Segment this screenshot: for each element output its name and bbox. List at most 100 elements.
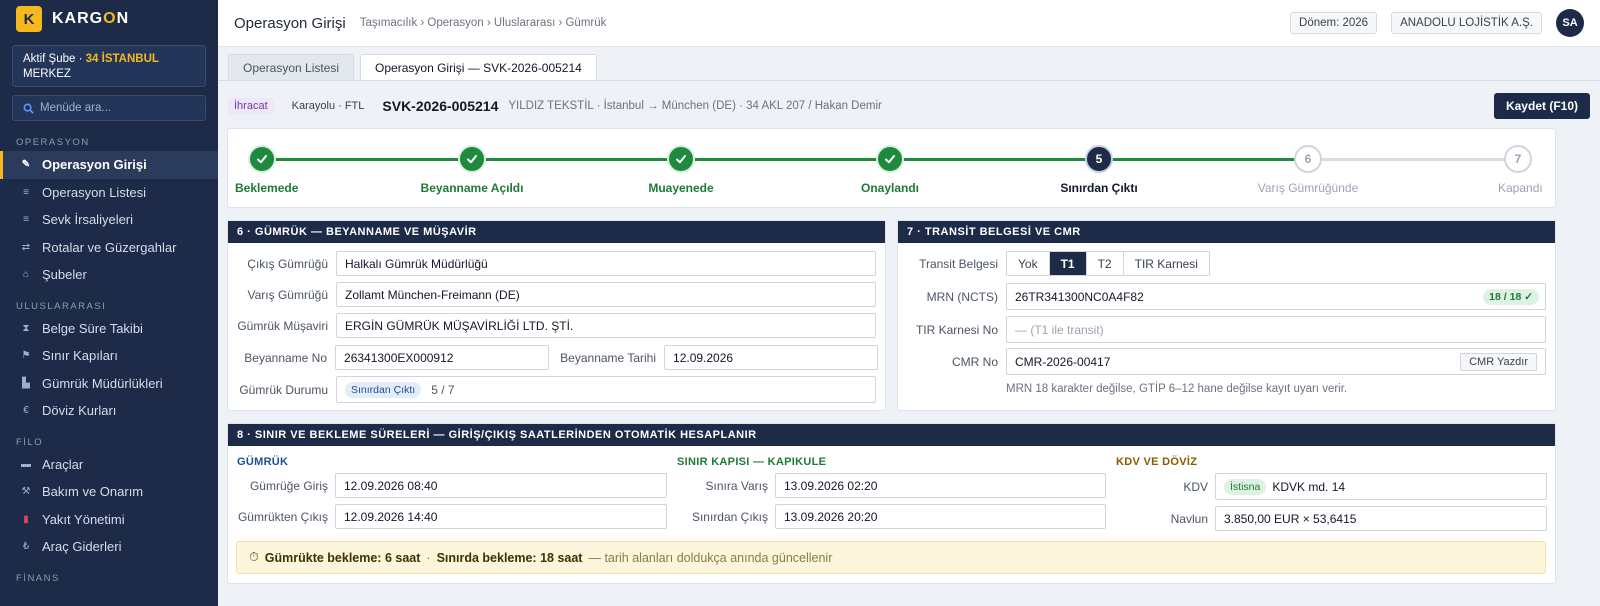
- step-4-indicator[interactable]: [876, 145, 904, 173]
- broker-label: Gümrük Müşaviri: [237, 318, 328, 333]
- list-icon: ≡: [23, 214, 29, 226]
- arrival-customs-label: Varış Gümrüğü: [247, 287, 328, 302]
- customs-panel-title: 6 · GÜMRÜK — BEYANNAME VE MÜŞAVİR: [228, 221, 885, 243]
- declaration-no-field[interactable]: 26341300EX000912: [335, 345, 549, 370]
- building-icon: ▙: [22, 377, 30, 389]
- navlun-label: Navlun: [1170, 511, 1208, 526]
- step-6-indicator[interactable]: 6: [1294, 145, 1322, 173]
- cmr-print-button[interactable]: CMR Yazdır: [1460, 352, 1537, 371]
- border-arrival-field[interactable]: 13.09.2026 02:20: [775, 473, 1106, 498]
- nav-item-doviz-kurlari[interactable]: € Döviz Kurları: [0, 397, 218, 425]
- period-selector[interactable]: Dönem: 2026: [1290, 12, 1378, 34]
- tab-divider: [218, 80, 1600, 81]
- tools-icon: ⚒: [21, 486, 31, 498]
- hourglass-icon: ⧗: [22, 322, 30, 334]
- transport-mode: Karayolu · FTL: [291, 100, 365, 112]
- nav-item-yakit[interactable]: ▮ Yakıt Yönetimi: [0, 506, 218, 534]
- step-4-label: Onaylandı: [860, 181, 920, 195]
- step-5-indicator[interactable]: 5: [1085, 145, 1113, 173]
- operation-summary: İhracat Karayolu · FTL SVK-2026-005214 Y…: [228, 92, 1590, 120]
- customs-exit-field[interactable]: 12.09.2026 14:40: [335, 504, 667, 529]
- declaration-no-label: Beyanname No: [244, 350, 328, 365]
- transit-option-t1[interactable]: T1: [1049, 252, 1087, 275]
- border-exit-label: Sınırdan Çıkış: [691, 509, 768, 524]
- transit-doc-segmented: Yok T1 T2 TIR Karnesi: [1006, 251, 1210, 276]
- broker-field[interactable]: ERGİN GÜMRÜK MÜŞAVİRLİĞİ LTD. ŞTİ.: [336, 313, 876, 338]
- brand[interactable]: K KARGON: [0, 0, 218, 38]
- truck-icon: ▬: [21, 458, 31, 470]
- navlun-field[interactable]: 3.850,00 EUR × 53,6415: [1215, 506, 1547, 531]
- stopwatch-icon: ⏱: [249, 550, 259, 564]
- cmr-no-field[interactable]: CMR-2026-00417 CMR Yazdır: [1006, 348, 1546, 375]
- tab-operasyon-listesi[interactable]: Operasyon Listesi: [228, 54, 355, 80]
- fuel-icon: ▮: [23, 513, 29, 525]
- nav-item-bakim[interactable]: ⚒ Bakım ve Onarım: [0, 478, 218, 506]
- nav-item-arac-giderleri[interactable]: ₺ Araç Giderleri: [0, 533, 218, 561]
- cmr-no-label: CMR No: [951, 354, 998, 369]
- exit-customs-field[interactable]: Halkalı Gümrük Müdürlüğü: [336, 251, 876, 276]
- status-stepper: Beklemede Beyanname Açıldı Muayenede Onayla…: [227, 128, 1556, 208]
- customs-entry-field[interactable]: 12.09.2026 08:40: [335, 473, 667, 498]
- customs-times-heading: GÜMRÜK: [237, 456, 289, 468]
- menu-search-input[interactable]: Menüde ara...: [12, 95, 206, 121]
- customs-status-label: Gümrük Durumu: [239, 382, 328, 397]
- step-2-indicator[interactable]: [458, 145, 486, 173]
- kdv-field[interactable]: İstisna KDVK md. 14: [1215, 473, 1547, 500]
- nav-item-rotalar[interactable]: ⇄ Rotalar ve Güzergahlar: [0, 234, 218, 262]
- pencil-icon: ✎: [21, 159, 31, 171]
- search-icon: [23, 103, 34, 114]
- step-7-indicator[interactable]: 7: [1504, 145, 1532, 173]
- transit-doc-label: Transit Belgesi: [919, 256, 998, 271]
- transit-option-t2[interactable]: T2: [1087, 252, 1124, 275]
- waiting-summary: ⏱ Gümrükte bekleme: 6 saat · Sınırda bek…: [236, 541, 1546, 574]
- nav-item-sevk-irsaliyeleri[interactable]: ≡ Sevk İrsaliyeleri: [0, 206, 218, 234]
- save-button[interactable]: Kaydet (F10): [1493, 93, 1590, 119]
- nav-section-uluslararasi: ULUSLARARASI: [16, 300, 107, 312]
- step-1-label: Beklemede: [235, 181, 299, 195]
- kdv-label: KDV: [1183, 479, 1208, 494]
- tab-operasyon-girisi[interactable]: Operasyon Girişi — SVK-2026-005214: [360, 54, 597, 80]
- vat-heading: KDV VE DÖVİZ: [1116, 456, 1198, 468]
- nav-item-operasyon-listesi[interactable]: ≡ Operasyon Listesi: [0, 179, 218, 207]
- step-3-indicator[interactable]: [667, 145, 695, 173]
- transit-option-yok[interactable]: Yok: [1007, 252, 1050, 275]
- progress-line-current: [1099, 158, 1308, 161]
- transit-panel: 7 · TRANSİT BELGESİ VE CMR Transit Belge…: [897, 220, 1556, 411]
- check-icon: [676, 155, 686, 164]
- customs-exit-label: Gümrükten Çıkış: [237, 509, 328, 524]
- avatar[interactable]: SA: [1556, 9, 1584, 37]
- nav-item-subeler[interactable]: ⌂ Şubeler: [0, 261, 218, 289]
- step-1-indicator[interactable]: [248, 145, 276, 173]
- breadcrumb[interactable]: Taşımacılık › Operasyon › Uluslararası ›…: [360, 17, 607, 29]
- customs-status-field[interactable]: Sınırdan Çıktı 5 / 7: [336, 376, 876, 403]
- nav-item-sinir-kapilari[interactable]: ⚑ Sınır Kapıları: [0, 342, 218, 370]
- customs-panel: 6 · GÜMRÜK — BEYANNAME VE MÜŞAVİR Çıkış …: [227, 220, 886, 411]
- customs-status-step: 5 / 7: [431, 382, 455, 397]
- brand-logo: K: [16, 6, 42, 32]
- nav-item-operasyon-girisi[interactable]: ✎ Operasyon Girişi: [0, 151, 218, 179]
- kdv-exempt-badge: İstisna: [1224, 478, 1267, 495]
- nav-section-finans: FİNANS: [16, 572, 60, 584]
- nav-item-belge-sure[interactable]: ⧗ Belge Süre Takibi: [0, 315, 218, 343]
- arrival-customs-field[interactable]: Zollamt München-Freimann (DE): [336, 282, 876, 307]
- exit-customs-label: Çıkış Gümrüğü: [247, 256, 328, 271]
- mrn-field[interactable]: 26TR341300NC0A4F82 18 / 18 ✓: [1006, 283, 1546, 310]
- nav-section-filo: FİLO: [16, 436, 44, 448]
- nav-item-gumruk-mudurlukleri[interactable]: ▙ Gümrük Müdürlükleri: [0, 370, 218, 398]
- company-selector[interactable]: ANADOLU LOJİSTİK A.Ş.: [1391, 12, 1542, 34]
- border-times-heading: SINIR KAPISI — KAPIKULE: [677, 456, 827, 468]
- nav-item-araclar[interactable]: ▬ Araçlar: [0, 451, 218, 479]
- declaration-date-field[interactable]: 12.09.2026: [664, 345, 878, 370]
- tir-no-field[interactable]: — (T1 ile transit): [1006, 316, 1546, 343]
- active-branch-selector[interactable]: Aktif Şube · 34 İSTANBUL MERKEZ: [12, 45, 206, 87]
- mrn-label: MRN (NCTS): [926, 289, 998, 304]
- export-badge: İhracat: [228, 98, 274, 114]
- step-6-label: Varış Gümrüğünde: [1257, 181, 1359, 195]
- transit-option-tir[interactable]: TIR Karnesi: [1124, 252, 1209, 275]
- step-7-label: Kapandı: [1498, 181, 1543, 195]
- list-icon: ≡: [23, 186, 29, 198]
- border-exit-field[interactable]: 13.09.2026 20:20: [775, 504, 1106, 529]
- customs-entry-label: Gümrüğe Giriş: [249, 478, 328, 493]
- home-icon: ⌂: [22, 269, 30, 281]
- declaration-date-label: Beyanname Tarihi: [560, 350, 657, 365]
